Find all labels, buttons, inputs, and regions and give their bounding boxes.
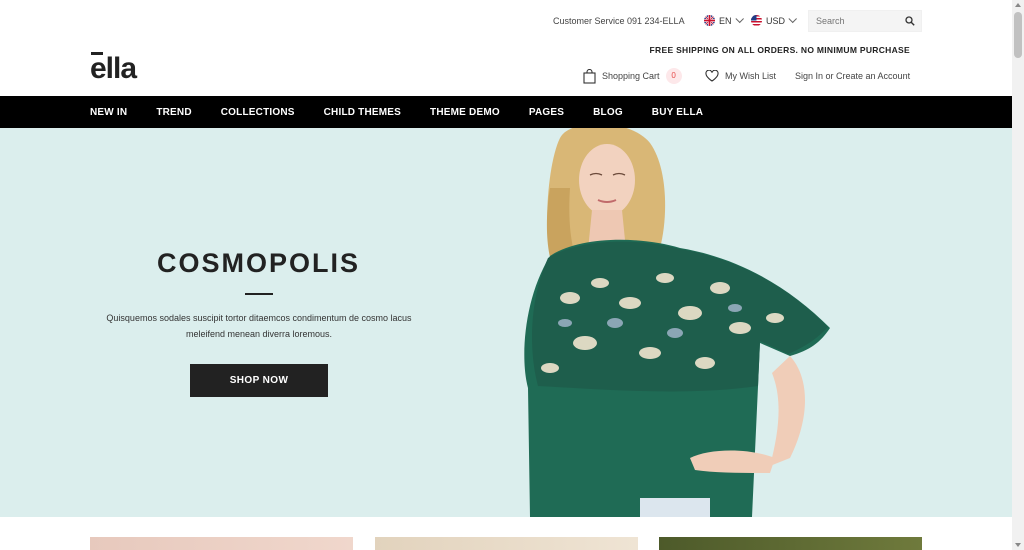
search-box [808, 10, 922, 32]
hero-banner: COSMOPOLIS Quisquemos sodales suscipit t… [0, 128, 1012, 517]
hero-model-image [524, 128, 830, 517]
account-link[interactable]: Sign In or Create an Account [795, 68, 910, 84]
scroll-down-arrow-icon[interactable] [1015, 543, 1021, 547]
main-navigation: NEW IN TREND COLLECTIONS CHILD THEMES TH… [0, 96, 1012, 128]
collection-card-image[interactable] [659, 537, 922, 550]
page: Customer Service 091 234-ELLA EN USD FRE… [0, 0, 1024, 550]
scrollbar-thumb[interactable] [1014, 12, 1022, 58]
currency-selector[interactable]: USD [751, 14, 797, 26]
collection-card-image[interactable] [375, 537, 638, 550]
nav-item-collections[interactable]: COLLECTIONS [221, 107, 295, 118]
nav-item-trend[interactable]: TREND [156, 107, 191, 118]
nav-item-blog[interactable]: BLOG [593, 107, 623, 118]
chevron-down-icon [788, 14, 797, 23]
shopping-cart-link[interactable]: Shopping Cart 0 [583, 68, 682, 84]
language-selector[interactable]: EN [704, 14, 744, 26]
search-input[interactable] [809, 11, 899, 31]
collection-card-image[interactable] [90, 537, 353, 550]
currency-label: USD [766, 15, 786, 26]
language-label: EN [719, 15, 732, 26]
hero-title: COSMOPOLIS [156, 248, 360, 278]
shipping-notice: FREE SHIPPING ON ALL ORDERS. NO MINIMUM … [649, 45, 910, 55]
account-label: Sign In or Create an Account [795, 71, 911, 81]
nav-item-pages[interactable]: PAGES [529, 107, 564, 118]
page-scrollbar[interactable] [1012, 0, 1024, 550]
cart-label: Shopping Cart [602, 71, 660, 81]
nav-item-theme-demo[interactable]: THEME DEMO [430, 107, 500, 118]
heart-icon [705, 70, 719, 82]
hero-divider [245, 293, 273, 295]
hero-description: Quisquemos sodales suscipit tortor ditae… [106, 313, 412, 339]
search-icon[interactable] [905, 16, 915, 26]
nav-item-child-themes[interactable]: CHILD THEMES [324, 107, 401, 118]
uk-flag-icon [704, 15, 715, 26]
nav-item-new-in[interactable]: NEW IN [90, 107, 127, 118]
chevron-down-icon [734, 14, 744, 23]
shop-now-button[interactable]: SHOP NOW [190, 364, 328, 397]
customer-service-text: Customer Service 091 234-ELLA [553, 16, 685, 26]
wishlist-link[interactable]: My Wish List [705, 68, 776, 84]
scroll-up-arrow-icon[interactable] [1015, 3, 1021, 7]
us-flag-icon [751, 15, 762, 26]
header: Customer Service 091 234-ELLA EN USD FRE… [0, 0, 1012, 96]
cart-count-badge: 0 [665, 68, 682, 84]
wishlist-label: My Wish List [725, 71, 777, 81]
nav-item-buy-ella[interactable]: BUY ELLA [652, 107, 703, 118]
shopping-bag-icon [583, 68, 596, 84]
site-logo[interactable]: ella [90, 52, 137, 86]
